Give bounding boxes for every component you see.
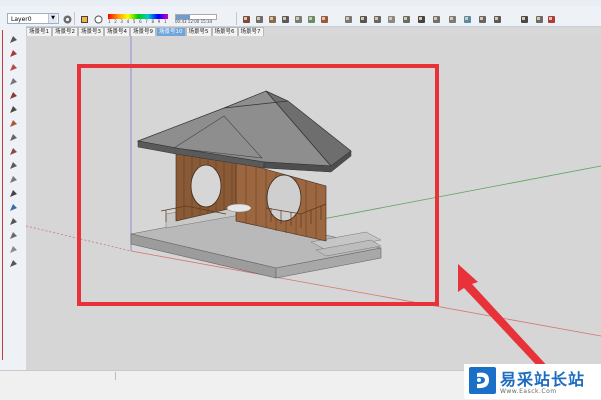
toolbar-tool-button[interactable] [385, 13, 396, 24]
toolbar-tool-button[interactable] [545, 13, 556, 24]
toolbar-tool-icon [521, 16, 528, 23]
toolbar-tool-icon [308, 16, 315, 23]
palette-tool-icon [10, 50, 17, 57]
toolbar-tool-icon [388, 16, 395, 23]
toolbar-tool-button[interactable] [518, 13, 529, 24]
chevron-down-icon[interactable]: ▼ [48, 14, 57, 23]
toolbar-tool-icon [295, 16, 302, 23]
toolbar-tool-button[interactable] [305, 13, 316, 24]
toolbar-tool-button[interactable] [253, 13, 264, 24]
toolbar-tool-button[interactable] [318, 13, 329, 24]
toolbar-tool-button[interactable] [400, 13, 411, 24]
toolbar-tool-button[interactable] [357, 13, 368, 24]
palette-tool-icon [10, 120, 17, 127]
toolbar-tool-icon [403, 16, 410, 23]
palette-tool-icon [10, 64, 17, 71]
toolbar-tool-icon [536, 16, 543, 23]
shadow-toggle-button[interactable] [78, 13, 89, 24]
palette-tool-icon [10, 232, 17, 239]
watermark-logo-icon [469, 367, 496, 394]
palette-tool-icon [10, 218, 17, 225]
palette-tool-icon [10, 162, 17, 169]
palette-tool-icon [10, 148, 17, 155]
palette-tool-button[interactable] [8, 230, 19, 241]
palette-tool-button[interactable] [8, 76, 19, 87]
green-axis [285, 165, 601, 227]
watermark-text: 易采站长站 [500, 370, 586, 389]
toolbar-tool-button[interactable] [279, 13, 290, 24]
toolbar-tool-button[interactable] [371, 13, 382, 24]
toolbar-tool-button[interactable] [266, 13, 277, 24]
palette-tool-icon [10, 176, 17, 183]
palette-tool-icon [10, 106, 17, 113]
pointer-arrow [458, 264, 551, 370]
palette-tool-button[interactable] [8, 160, 19, 171]
toolbar-tool-icon [282, 16, 289, 23]
palette-tool-button[interactable] [8, 34, 19, 45]
palette-tool-icon [10, 204, 17, 211]
palette-tool-icon [10, 134, 17, 141]
toolbar-tool-button[interactable] [415, 13, 426, 24]
fog-toggle-button[interactable] [92, 13, 103, 24]
toolbar-tool-icon [269, 16, 276, 23]
palette-tool-icon [10, 36, 17, 43]
toolbar-tool-button[interactable] [240, 13, 251, 24]
toolbar-tool-button[interactable] [292, 13, 303, 24]
toolbar-tool-button[interactable] [461, 13, 472, 24]
palette-tool-icon [10, 190, 17, 197]
scene-tabs: 场景号1 场景号2 场景号3 场景号4 场景号9 场景号10 场景号5 场景号6 场景号7 [26, 27, 264, 37]
palette-tool-icon [10, 78, 17, 85]
toolbar-tool-button[interactable] [446, 13, 457, 24]
palette-tool-button[interactable] [8, 118, 19, 129]
toolbar-tool-icon [433, 16, 440, 23]
time-slider-numbers: 00:43 12:00 15:34 [175, 19, 213, 24]
palette-tool-button[interactable] [8, 132, 19, 143]
palette-tool-icon [10, 260, 17, 267]
toolbar-tool-icon [418, 16, 425, 23]
palette-tool-icon [10, 92, 17, 99]
palette-tool-button[interactable] [8, 146, 19, 157]
watermark-url: Www.Easck.Com [500, 388, 557, 395]
toolbar-tool-icon [494, 16, 501, 23]
time-gradient-numbers: 1 2 3 4 5 6 7 8 9 10 11 12 [108, 19, 168, 24]
toolbar-tool-icon [360, 16, 367, 23]
toolbar-tool-icon [321, 16, 328, 23]
palette-tool-icon [10, 246, 17, 253]
toolbar-tool-button[interactable] [342, 13, 353, 24]
layer-dropdown-value: Layer0 [11, 16, 32, 23]
palette-tool-button[interactable] [8, 104, 19, 115]
model-viewport[interactable] [26, 36, 601, 370]
layer-settings-icon [63, 15, 72, 24]
pavilion-model [130, 90, 382, 279]
palette-tool-button[interactable] [8, 90, 19, 101]
toolbar-tool-icon [449, 16, 456, 23]
toolbar-tool-icon [345, 16, 352, 23]
palette-tool-button[interactable] [8, 244, 19, 255]
toolbar-tool-icon [256, 16, 263, 23]
layer-settings-button[interactable] [61, 13, 72, 24]
palette-tool-button[interactable] [8, 174, 19, 185]
scene-canvas [26, 36, 601, 370]
palette-tool-button[interactable] [8, 202, 19, 213]
palette-tool-button[interactable] [8, 258, 19, 269]
sun-icon [94, 15, 103, 24]
red-axis [130, 250, 601, 337]
layer-dropdown[interactable]: Layer0 ▼ [7, 13, 59, 24]
toolbar-tool-icon [374, 16, 381, 23]
toolbar-tool-icon [548, 16, 555, 23]
palette-divider [2, 30, 3, 360]
toolbar-tool-button[interactable] [533, 13, 544, 24]
palette-tool-button[interactable] [8, 188, 19, 199]
palette-tool-button[interactable] [8, 62, 19, 73]
shadow-icon [81, 16, 88, 23]
palette-tool-button[interactable] [8, 48, 19, 59]
toolbar-tool-icon [243, 16, 250, 23]
toolbar-tool-button[interactable] [430, 13, 441, 24]
palette-tool-button[interactable] [8, 216, 19, 227]
toolbar-tool-icon [464, 16, 471, 23]
toolbar-tool-button[interactable] [476, 13, 487, 24]
toolbar-tool-button[interactable] [491, 13, 502, 24]
toolbar-tool-icon [479, 16, 486, 23]
